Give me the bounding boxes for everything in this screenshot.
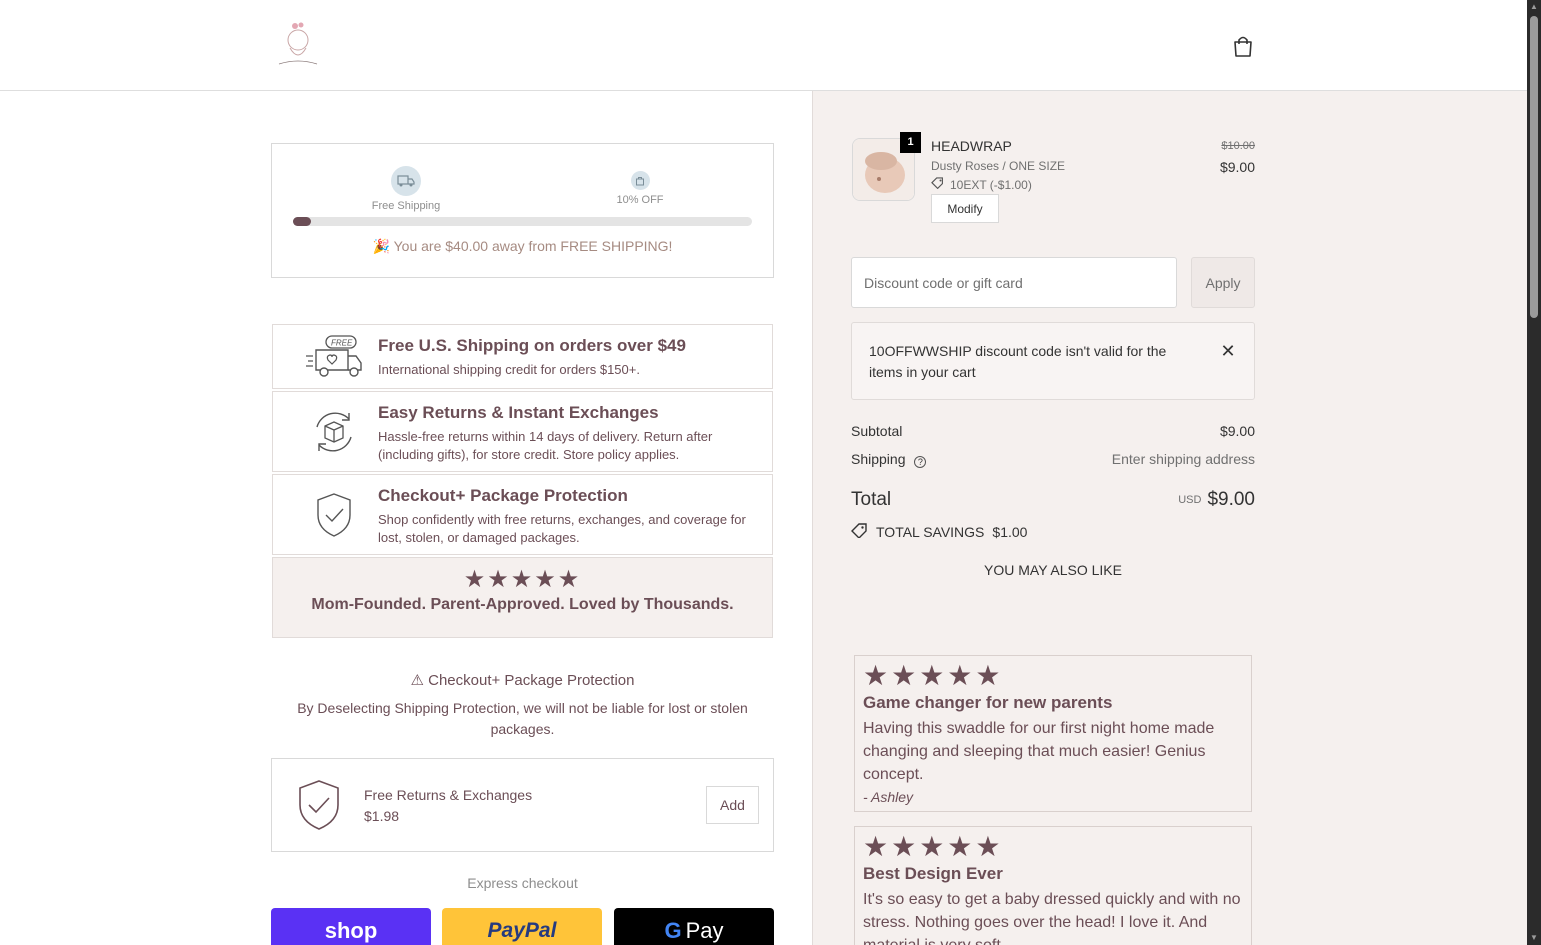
page-scrollbar[interactable]: ▲ ▼ bbox=[1527, 0, 1541, 945]
trust-title: Easy Returns & Instant Exchanges bbox=[378, 403, 659, 422]
original-price: $10.00 bbox=[1221, 140, 1255, 152]
total-label: Total bbox=[851, 489, 892, 510]
trust-desc: Hassle-free returns within 14 days of de… bbox=[378, 429, 713, 462]
also-like-heading: YOU MAY ALSO LIKE bbox=[984, 562, 1122, 578]
package-protection-title: ⚠ Checkout+ Package Protection bbox=[410, 672, 635, 689]
savings-label: TOTAL SAVINGS bbox=[876, 524, 985, 540]
banner-text: Mom-Founded. Parent-Approved. Loved by T… bbox=[311, 596, 734, 613]
review-body: It's so easy to get a baby dressed quick… bbox=[863, 891, 1241, 945]
add-protection-button[interactable]: Add bbox=[706, 786, 759, 824]
returns-box-icon bbox=[303, 407, 365, 457]
gift-icon bbox=[630, 171, 650, 190]
scroll-down-arrow-icon[interactable]: ▼ bbox=[1527, 931, 1541, 945]
trust-free-shipping: FREE Free U.S. Shipping on orders over $… bbox=[272, 324, 773, 389]
shipping-row: Shipping ? Enter shipping address bbox=[851, 451, 1255, 468]
shopping-bag-icon[interactable] bbox=[1230, 33, 1256, 59]
close-icon[interactable]: ✕ bbox=[1218, 341, 1238, 361]
review-body: Having this swaddle for our first night … bbox=[863, 720, 1215, 783]
review-card: ★★★★★ Best Design Ever It's so easy to g… bbox=[854, 826, 1252, 945]
shipping-label: Shipping bbox=[851, 451, 906, 467]
total-savings: TOTAL SAVINGS $1.00 bbox=[851, 523, 1027, 541]
help-icon[interactable]: ? bbox=[914, 456, 927, 468]
product-name: HEADWRAP bbox=[931, 138, 1012, 154]
subtotal-row: Subtotal $9.00 bbox=[851, 423, 1255, 439]
star-rating: ★★★★★ bbox=[463, 566, 582, 593]
discount-code-input[interactable] bbox=[851, 257, 1177, 308]
discount-error-text: 10OFFWWSHIP discount code isn't valid fo… bbox=[869, 343, 1167, 380]
product-variant: Dusty Roses / ONE SIZE bbox=[931, 159, 1066, 173]
shop-pay-label: shop bbox=[324, 917, 378, 943]
scrollbar-thumb[interactable] bbox=[1530, 16, 1538, 318]
header bbox=[0, 0, 1527, 91]
savings-value: $1.00 bbox=[992, 524, 1028, 540]
store-logo[interactable] bbox=[271, 18, 325, 72]
paypal-button[interactable]: PayPal bbox=[442, 908, 602, 945]
express-checkout-label: Express checkout bbox=[467, 875, 578, 891]
tag-icon bbox=[931, 177, 945, 192]
protection-price: $1.98 bbox=[364, 808, 400, 824]
package-protection-desc: By Deselecting Shipping Protection, we w… bbox=[297, 700, 748, 737]
star-rating: ★★★★★ bbox=[863, 831, 1004, 862]
trust-title: Checkout+ Package Protection bbox=[378, 486, 628, 505]
shipping-value: Enter shipping address bbox=[1111, 451, 1255, 467]
milestone-label: 10% OFF bbox=[616, 194, 664, 206]
review-author: - Ashley bbox=[863, 789, 914, 805]
review-title: Game changer for new parents bbox=[863, 693, 1113, 712]
trust-desc: International shipping credit for orders… bbox=[378, 362, 640, 377]
milestone-free-shipping: Free Shipping bbox=[364, 166, 448, 212]
total-row: Total USD $9.00 bbox=[851, 489, 1255, 511]
quantity-badge: 1 bbox=[900, 132, 921, 153]
modify-button[interactable]: Modify bbox=[931, 194, 999, 223]
product-discount: 10EXT (-$1.00) bbox=[931, 177, 1032, 192]
total-value-group: USD $9.00 bbox=[1178, 489, 1255, 511]
review-title: Best Design Ever bbox=[863, 864, 1003, 883]
google-g-icon: G bbox=[664, 917, 682, 943]
paypal-label: PayPal bbox=[487, 918, 557, 942]
subtotal-label: Subtotal bbox=[851, 423, 903, 439]
package-protection-offer: Free Returns & Exchanges $1.98 Add bbox=[271, 758, 774, 852]
milestone-label: Free Shipping bbox=[371, 200, 441, 212]
party-icon: 🎉 bbox=[372, 238, 390, 254]
shipping-progress: Free Shipping 10% OFF 🎉 You are $40.00 a… bbox=[271, 143, 774, 278]
google-pay-label: Pay bbox=[685, 917, 724, 943]
order-summary-panel bbox=[812, 91, 1527, 945]
free-shipping-truck-icon: FREE bbox=[303, 332, 365, 382]
total-value: $9.00 bbox=[1207, 489, 1255, 510]
apply-discount-button[interactable]: Apply bbox=[1191, 257, 1255, 308]
shield-check-icon bbox=[296, 779, 342, 831]
svg-text:FREE: FREE bbox=[331, 338, 353, 347]
star-rating: ★★★★★ bbox=[863, 660, 1004, 691]
product-price: $9.00 bbox=[1219, 159, 1255, 175]
free-shipping-message: 🎉 You are $40.00 away from FREE SHIPPING… bbox=[272, 238, 773, 255]
free-shipping-message-text: You are $40.00 away from FREE SHIPPING! bbox=[393, 238, 673, 254]
discount-error-banner: 10OFFWWSHIP discount code isn't valid fo… bbox=[851, 322, 1255, 400]
trust-title: Free U.S. Shipping on orders over $49 bbox=[378, 336, 686, 355]
total-currency: USD bbox=[1178, 494, 1202, 506]
discount-code: 10EXT (-$1.00) bbox=[950, 177, 1032, 192]
progress-bar-fill bbox=[293, 217, 312, 226]
tag-icon bbox=[851, 523, 868, 541]
subtotal-value: $9.00 bbox=[1219, 423, 1255, 439]
shield-check-icon bbox=[303, 490, 365, 540]
trust-easy-returns: Easy Returns & Instant Exchanges Hassle-… bbox=[272, 391, 773, 472]
trust-desc: Shop confidently with free returns, exch… bbox=[378, 512, 746, 545]
reviews-banner: ★★★★★ Mom-Founded. Parent-Approved. Love… bbox=[272, 557, 773, 638]
scroll-up-arrow-icon[interactable]: ▲ bbox=[1527, 0, 1541, 14]
google-pay-button[interactable]: G Pay bbox=[614, 908, 774, 945]
shop-pay-button[interactable]: shop bbox=[271, 908, 431, 945]
protection-label: Free Returns & Exchanges bbox=[364, 787, 533, 803]
truck-icon bbox=[391, 166, 421, 196]
review-card: ★★★★★ Game changer for new parents Havin… bbox=[854, 655, 1252, 812]
trust-package-protection: Checkout+ Package Protection Shop confid… bbox=[272, 474, 773, 555]
milestone-discount: 10% OFF bbox=[600, 171, 680, 206]
progress-bar bbox=[293, 217, 752, 226]
